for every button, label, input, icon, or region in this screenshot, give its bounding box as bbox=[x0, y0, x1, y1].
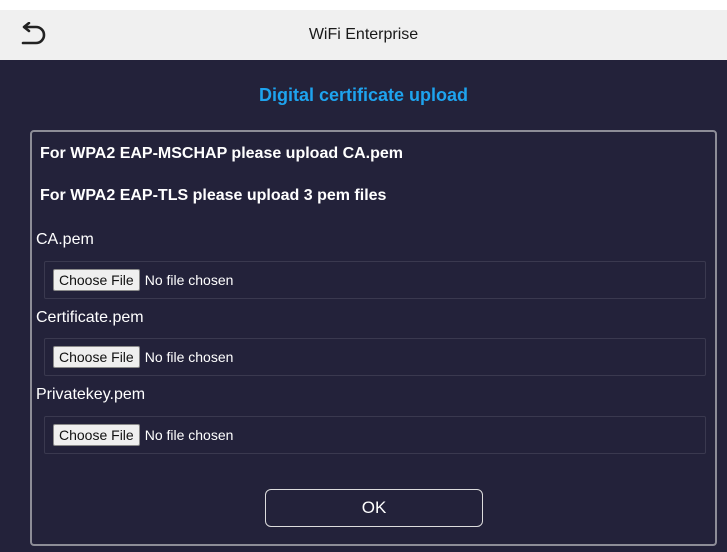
certificate-pem-choose-file-button[interactable]: Choose File bbox=[53, 346, 140, 368]
certificate-pem-file-input: Choose File No file chosen bbox=[44, 338, 706, 376]
tls-note: For WPA2 EAP-TLS please upload 3 pem fil… bbox=[40, 187, 387, 204]
ok-button[interactable]: OK bbox=[265, 489, 483, 527]
title-bar: WiFi Enterprise bbox=[0, 10, 727, 60]
privatekey-pem-label: Privatekey.pem bbox=[36, 386, 146, 403]
ca-pem-file-input: Choose File No file chosen bbox=[44, 261, 706, 299]
mschap-note: For WPA2 EAP-MSCHAP please upload CA.pem bbox=[40, 145, 404, 162]
back-button[interactable] bbox=[14, 21, 48, 48]
page-title: WiFi Enterprise bbox=[308, 26, 419, 43]
certificate-pem-file-status: No file chosen bbox=[144, 349, 234, 365]
privatekey-pem-file-input: Choose File No file chosen bbox=[44, 416, 706, 454]
ca-pem-choose-file-button[interactable]: Choose File bbox=[53, 269, 140, 291]
section-title: Digital certificate upload bbox=[258, 85, 469, 105]
certificate-pem-label: Certificate.pem bbox=[36, 309, 144, 326]
back-arrow-icon bbox=[21, 21, 46, 45]
ca-pem-file-status: No file chosen bbox=[144, 272, 234, 288]
content-area: Digital certificate upload For WPA2 EAP-… bbox=[0, 60, 727, 552]
ca-pem-label: CA.pem bbox=[36, 231, 94, 248]
upload-panel: For WPA2 EAP-MSCHAP please upload CA.pem… bbox=[30, 130, 717, 546]
privatekey-pem-choose-file-button[interactable]: Choose File bbox=[53, 424, 140, 446]
privatekey-pem-file-status: No file chosen bbox=[144, 427, 234, 443]
